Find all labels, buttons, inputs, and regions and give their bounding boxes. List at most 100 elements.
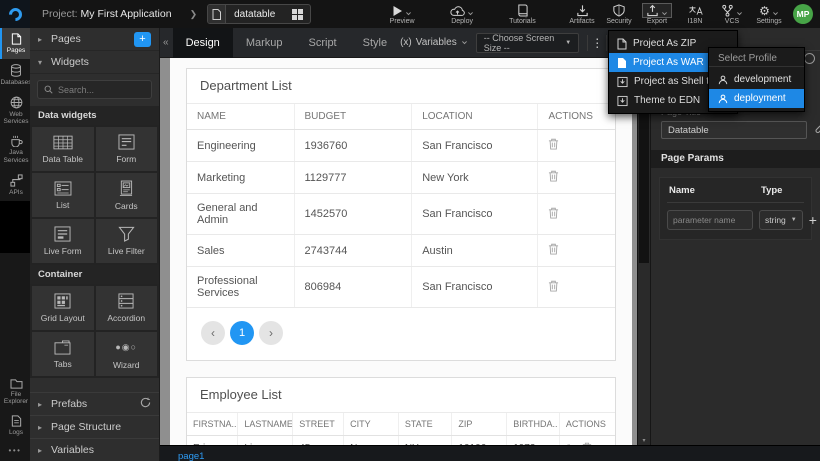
- col-actions: ACTIONS: [538, 104, 615, 130]
- page-preview: Department List NAME BUDGET LOCATION ACT…: [170, 58, 632, 445]
- department-list-card[interactable]: Department List NAME BUDGET LOCATION ACT…: [186, 68, 616, 361]
- table-row[interactable]: Professional Services806984San Francisco: [187, 267, 615, 308]
- next-page-button[interactable]: ›: [259, 321, 283, 345]
- refresh-icon[interactable]: [804, 53, 815, 64]
- page-title-input[interactable]: [661, 121, 807, 139]
- table-row[interactable]: General and Admin1452570San Francisco: [187, 194, 615, 235]
- page-grid-icon[interactable]: [290, 9, 310, 20]
- rail-item-pages[interactable]: Pages: [0, 28, 30, 59]
- prev-page-button[interactable]: ‹: [201, 321, 225, 345]
- col-zip[interactable]: ZIP: [452, 413, 507, 436]
- vcs-button[interactable]: VCS: [719, 4, 745, 25]
- widget-cards[interactable]: Cards: [96, 173, 158, 217]
- current-page-button[interactable]: 1: [230, 321, 254, 345]
- widget-tabs[interactable]: Tabs: [32, 332, 94, 376]
- rail-item-java-services[interactable]: Java Services: [0, 130, 30, 169]
- widget-grid-layout[interactable]: Grid Layout: [32, 286, 94, 330]
- logo-swirl-icon: [6, 5, 24, 23]
- scroll-down-icon[interactable]: ▾: [638, 437, 650, 444]
- tab-script[interactable]: Script: [296, 28, 350, 58]
- artifacts-button[interactable]: Artifacts: [569, 4, 595, 25]
- screen-size-select[interactable]: -- Choose Screen Size -- ▼: [476, 33, 579, 53]
- bottom-tab-page1[interactable]: page1: [160, 449, 204, 461]
- variables-dropdown[interactable]: (x) Variables: [400, 37, 468, 48]
- delete-row-icon[interactable]: [548, 138, 559, 153]
- param-name-input[interactable]: [667, 210, 753, 230]
- refresh-icon[interactable]: [140, 397, 151, 411]
- col-location[interactable]: LOCATION: [412, 104, 538, 130]
- widget-accordion[interactable]: Accordion: [96, 286, 158, 330]
- table-row[interactable]: Engineering1936760San Francisco: [187, 130, 615, 162]
- param-type-select[interactable]: string ▼: [759, 210, 803, 230]
- more-options-icon[interactable]: ⋮: [587, 35, 607, 51]
- widget-form[interactable]: Form: [96, 127, 158, 171]
- rail-item-logs[interactable]: Logs: [0, 410, 30, 441]
- add-page-button[interactable]: +: [134, 32, 151, 47]
- page-structure-section-header[interactable]: ▸ Page Structure: [30, 415, 159, 438]
- tab-markup[interactable]: Markup: [233, 28, 296, 58]
- widgets-section-header[interactable]: ▾ Widgets: [30, 51, 159, 74]
- add-param-button[interactable]: +: [809, 213, 817, 227]
- submenu-item-deployment[interactable]: deployment: [709, 89, 804, 108]
- delete-row-icon[interactable]: [548, 280, 559, 295]
- i18n-button[interactable]: I18N: [682, 4, 708, 25]
- user-avatar[interactable]: MP: [793, 4, 813, 24]
- coffee-cup-icon: [10, 135, 23, 147]
- table-row[interactable]: EricLin45 Houston StreetNew YorkNY101061…: [187, 436, 615, 446]
- chevron-down-icon: [461, 39, 468, 46]
- submenu-item-development[interactable]: development: [709, 70, 804, 89]
- widget-search-input[interactable]: [58, 85, 145, 95]
- rail-item-databases[interactable]: Databases: [0, 59, 30, 91]
- pages-icon: [11, 33, 22, 45]
- tutorials-button[interactable]: Tutorials: [509, 4, 536, 25]
- widget-list[interactable]: List: [32, 173, 94, 217]
- caret-right-icon: ▸: [38, 400, 45, 409]
- col-birthdate[interactable]: BIRTHDA..: [507, 413, 560, 436]
- page-selector-value: datatable: [226, 9, 290, 20]
- col-budget[interactable]: BUDGET: [294, 104, 412, 130]
- settings-button[interactable]: ⚙ Settings: [756, 4, 782, 25]
- delete-row-icon[interactable]: [548, 207, 559, 222]
- war-file-icon: [617, 57, 627, 69]
- col-city[interactable]: CITY: [344, 413, 399, 436]
- tab-style[interactable]: Style: [350, 28, 400, 58]
- variables-section-header[interactable]: ▸ Variables: [30, 438, 159, 461]
- col-state[interactable]: STATE: [398, 413, 452, 436]
- pages-section-header[interactable]: ▸ Pages +: [30, 28, 159, 51]
- page-selector[interactable]: datatable: [207, 4, 311, 24]
- col-street[interactable]: STREET: [293, 413, 344, 436]
- project-name: My First Application: [81, 8, 172, 20]
- widget-data-table[interactable]: Data Table: [32, 127, 94, 171]
- col-lastname[interactable]: LASTNAME: [238, 413, 293, 436]
- table-row[interactable]: Sales2743744Austin: [187, 235, 615, 267]
- widget-live-form[interactable]: Live Form: [32, 219, 94, 263]
- canvas-scrollbar[interactable]: ▾: [637, 58, 650, 445]
- variables-icon: (x): [400, 37, 412, 48]
- preview-button[interactable]: Preview: [389, 4, 415, 25]
- rail-more-icon[interactable]: •••: [0, 441, 30, 461]
- collapse-panel-icon[interactable]: «: [160, 37, 173, 48]
- deploy-button[interactable]: Deploy: [449, 4, 475, 25]
- rail-item-apis[interactable]: APIs: [0, 169, 30, 201]
- wizard-icon: ●◉○: [115, 338, 137, 356]
- col-firstname[interactable]: FIRSTNA..: [187, 413, 238, 436]
- table-row[interactable]: Marketing1129777New York: [187, 162, 615, 194]
- zip-file-icon: [617, 38, 627, 50]
- employee-table: FIRSTNA.. LASTNAME STREET CITY STATE ZIP…: [187, 413, 615, 445]
- rail-item-web-services[interactable]: Web Services: [0, 91, 30, 131]
- export-button[interactable]: Export: [643, 4, 671, 25]
- widget-live-filter[interactable]: Live Filter: [96, 219, 158, 263]
- tab-design[interactable]: Design: [173, 28, 233, 58]
- page-params-table: Name Type string ▼ +: [659, 177, 812, 240]
- employee-list-card[interactable]: Employee List FIRSTNA.. LASTNAME STREET …: [186, 377, 616, 445]
- delete-row-icon[interactable]: [548, 170, 559, 185]
- rail-item-file-explorer[interactable]: File Explorer: [0, 373, 30, 411]
- prefabs-section-header[interactable]: ▸ Prefabs: [30, 392, 159, 415]
- bind-link-icon[interactable]: [815, 121, 820, 139]
- col-name[interactable]: NAME: [187, 104, 294, 130]
- topbar: Project: My First Application ❯ datatabl…: [0, 0, 820, 28]
- delete-row-icon[interactable]: [548, 243, 559, 258]
- security-button[interactable]: Security: [606, 4, 632, 25]
- wavemaker-logo[interactable]: [0, 0, 30, 28]
- widget-wizard[interactable]: ●◉○ Wizard: [96, 332, 158, 376]
